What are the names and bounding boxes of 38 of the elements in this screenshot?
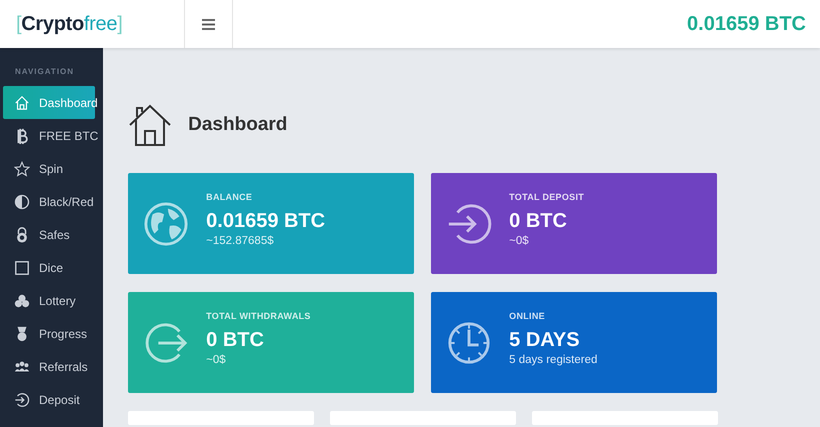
page-title: Dashboard [188, 112, 288, 137]
half-circle-icon [14, 194, 30, 210]
sidebar-item[interactable]: Progress [3, 317, 96, 350]
sidebar-item[interactable]: Lottery [3, 284, 96, 317]
stat-value: 0.01659 BTC [206, 208, 326, 233]
stat-value: 5 DAYS [509, 328, 581, 352]
balls-icon [14, 292, 30, 308]
stat-label: TOTAL DEPOSIT [509, 191, 584, 204]
header-balance: 0.01659 BTC [687, 12, 807, 37]
menu-icon [202, 18, 215, 30]
stat-value: 0 BTC [206, 328, 265, 352]
sidebar-item[interactable]: Deposit [3, 383, 96, 416]
people-icon [14, 358, 30, 374]
stat-subtext: 5 days registered [509, 352, 598, 368]
sidebar-item[interactable]: Dice [3, 251, 96, 284]
nav-heading: NAVIGATION [14, 66, 76, 78]
globe-icon [143, 200, 190, 246]
logo-text: [Cryptofree] [16, 13, 122, 35]
stat-subtext: ~0$ [509, 234, 530, 249]
stat-value: 0 BTC [509, 208, 568, 233]
sidebar-item[interactable]: Black/Red [3, 185, 96, 218]
house-icon [14, 94, 30, 110]
enter-icon [14, 392, 30, 408]
stat-label: BALANCE [206, 191, 254, 204]
star-icon [14, 160, 30, 176]
sidebar-item[interactable]: Safes [3, 218, 96, 251]
menu-button[interactable] [184, 0, 233, 48]
padlock-icon [14, 226, 30, 242]
clock-icon [446, 320, 492, 366]
stat-subtext: ~0$ [206, 352, 227, 368]
stat-label: ONLINE [509, 310, 546, 324]
square-icon [14, 260, 30, 276]
stat-subtext: ~152.87685$ [206, 234, 275, 249]
sidebar-item[interactable]: FREE BTC [3, 119, 96, 152]
sidebar-item[interactable]: Spin [3, 152, 96, 185]
house-icon [128, 103, 172, 147]
stat-label: TOTAL WITHDRAWALS [206, 310, 311, 324]
sidebar-item[interactable]: Referrals [3, 350, 96, 383]
